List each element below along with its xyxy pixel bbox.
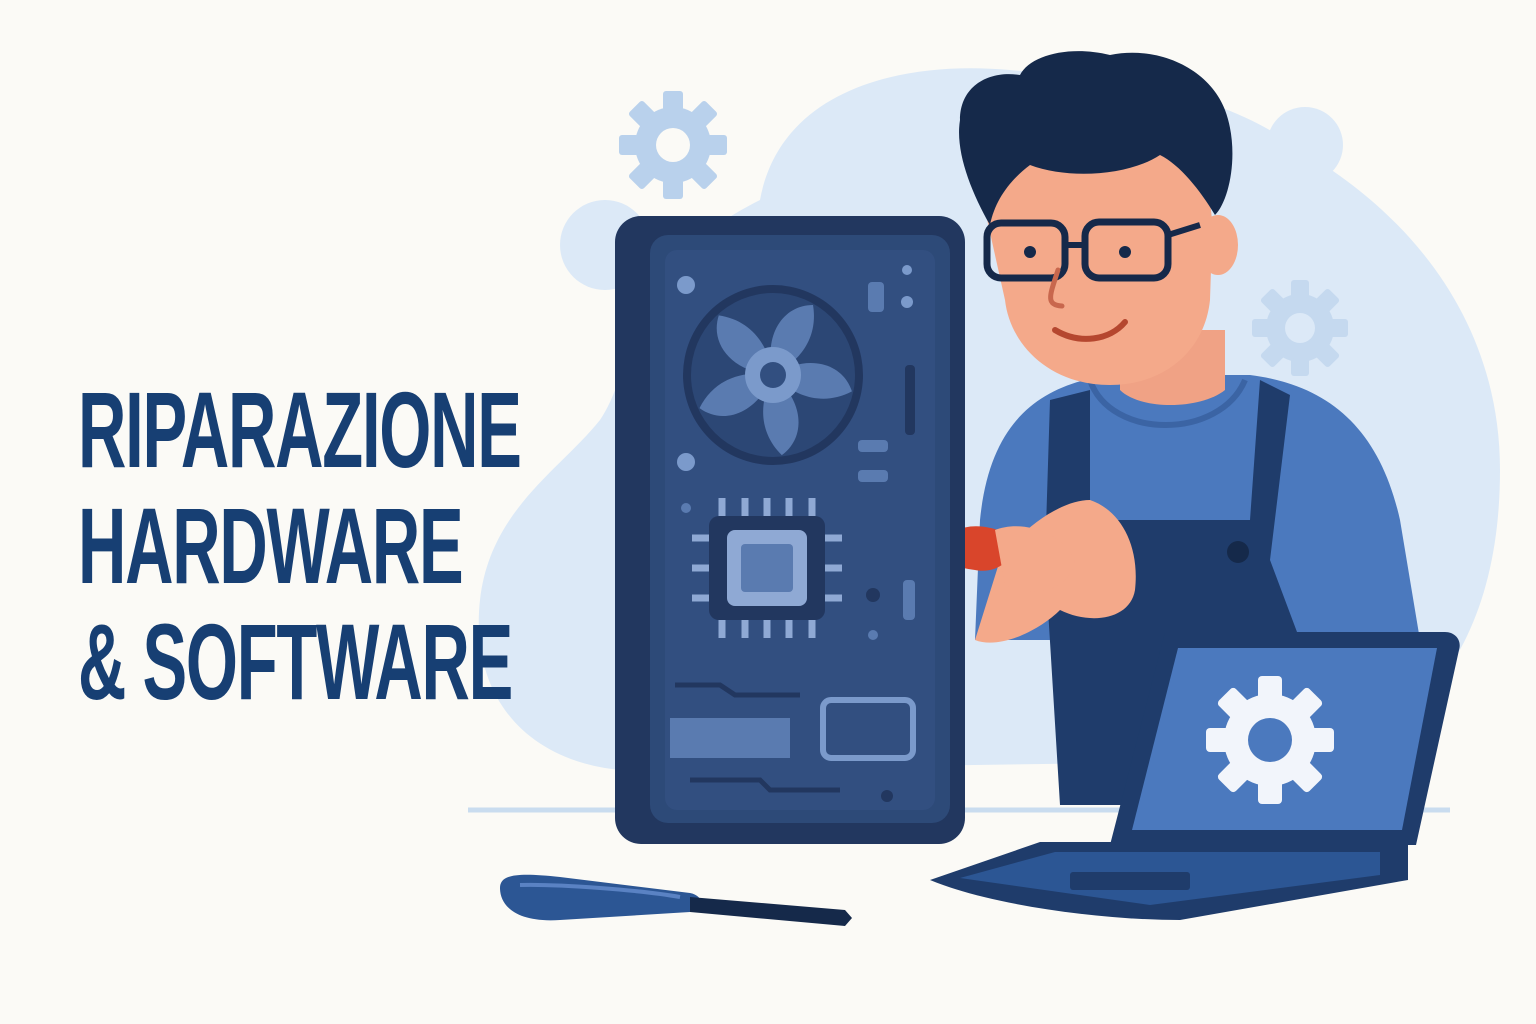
- gear-icon: [1206, 676, 1334, 804]
- headline-line-1: RIPARAZIONE: [78, 369, 522, 490]
- cpu-chip-icon: [692, 498, 842, 638]
- illustration-stage: RIPARAZIONE HARDWARE & SOFTWARE: [0, 0, 1536, 1024]
- headline: RIPARAZIONE HARDWARE & SOFTWARE: [78, 369, 522, 722]
- gear-icon: [619, 91, 727, 199]
- pc-tower: [615, 216, 965, 844]
- gear-icon: [1252, 280, 1348, 376]
- headline-line-3: & SOFTWARE: [78, 601, 513, 722]
- screwdriver-icon: [500, 874, 852, 926]
- headline-line-2: HARDWARE: [78, 485, 464, 606]
- fan-icon: [683, 285, 863, 465]
